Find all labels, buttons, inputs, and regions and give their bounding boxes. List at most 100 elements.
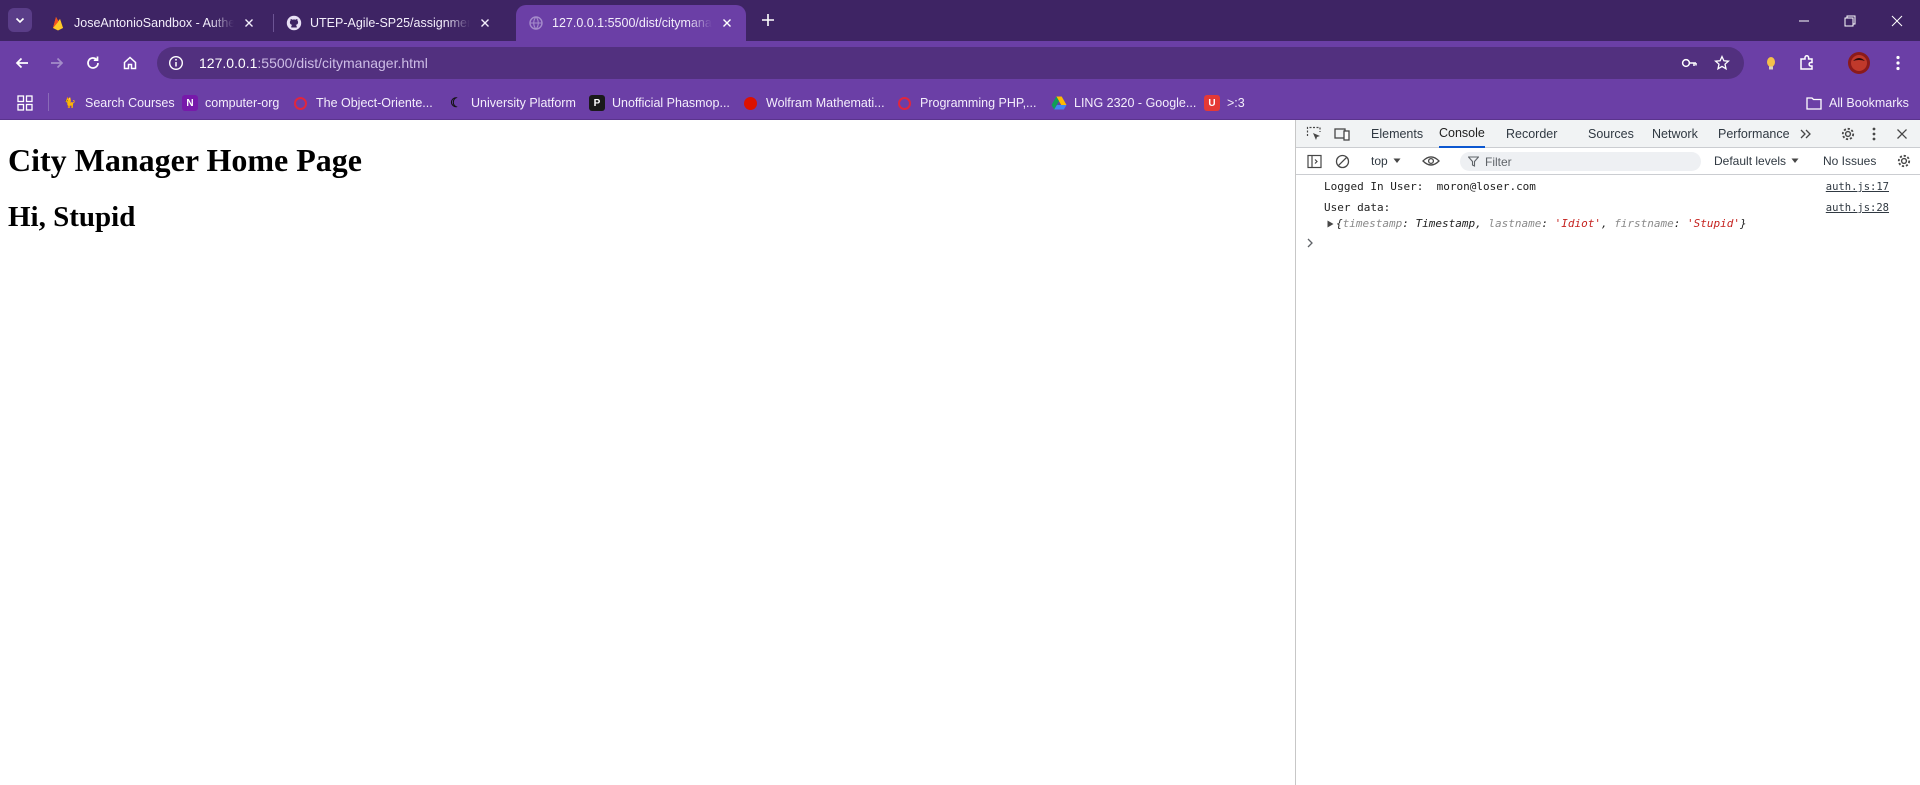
more-tabs-icon[interactable] <box>1796 124 1816 144</box>
tab-citymanager[interactable]: 127.0.0.1:5500/dist/citymanag <box>516 5 746 41</box>
source-link[interactable]: auth.js:28 <box>1826 200 1889 216</box>
close-icon[interactable] <box>718 14 736 32</box>
chevron-down-icon <box>15 17 25 24</box>
console-message: User data: auth.js:28 <box>1296 200 1920 216</box>
console-message: Logged In User: moron@loser.com auth.js:1… <box>1296 179 1920 195</box>
extensions-puzzle-icon[interactable] <box>1793 49 1821 77</box>
tab-label: JoseAntonioSandbox - Authenti <box>74 16 234 30</box>
context-label: top <box>1371 154 1388 168</box>
console-settings-gear-icon[interactable] <box>1894 151 1914 171</box>
console-output: Logged In User: moron@loser.com auth.js:1… <box>1296 175 1920 256</box>
tab-sources[interactable]: Sources <box>1588 120 1634 148</box>
menu-kebab-icon[interactable] <box>1884 49 1912 77</box>
dropdown-arrow-icon <box>1791 158 1799 163</box>
web-page: City Manager Home Page Hi, Stupid <box>0 120 1295 785</box>
site-info-icon[interactable] <box>166 53 186 73</box>
onenote-icon: N <box>182 95 198 111</box>
bookmark-ling-2320[interactable]: LING 2320 - Google... <box>1051 92 1196 114</box>
forward-button[interactable] <box>43 49 71 77</box>
close-icon[interactable] <box>240 14 258 32</box>
issues-counter[interactable]: No Issues <box>1823 151 1876 171</box>
tab-search-button[interactable] <box>8 8 32 32</box>
google-drive-icon <box>1051 95 1067 111</box>
apps-grid-icon[interactable] <box>17 92 33 114</box>
expand-triangle-icon[interactable] <box>1327 220 1334 228</box>
filter-icon <box>1468 156 1479 167</box>
console-prompt[interactable] <box>1296 234 1920 256</box>
close-window-button[interactable] <box>1874 0 1920 41</box>
address-bar[interactable]: 127.0.0.1:5500/dist/citymanager.html <box>157 47 1744 79</box>
home-icon <box>123 56 137 70</box>
bookmark-label: >:3 <box>1227 96 1245 110</box>
bookmark-computer-org[interactable]: N computer-org <box>182 92 279 114</box>
github-icon <box>286 15 302 31</box>
bookmark-label: All Bookmarks <box>1829 96 1909 110</box>
close-icon[interactable] <box>1892 124 1912 144</box>
bookmark-label: Search Courses <box>85 96 175 110</box>
minimize-button[interactable] <box>1781 0 1827 41</box>
moon-icon: ☾ <box>450 95 462 110</box>
device-toolbar-icon[interactable] <box>1332 124 1352 144</box>
arrow-right-icon <box>51 57 64 69</box>
clear-console-icon[interactable] <box>1332 151 1352 171</box>
tab-elements[interactable]: Elements <box>1371 120 1423 148</box>
tab-console[interactable]: Console <box>1439 120 1485 148</box>
bookmark-wolfram[interactable]: Wolfram Mathemati... <box>744 92 885 114</box>
source-link[interactable]: auth.js:17 <box>1826 179 1889 195</box>
tab-firebase[interactable]: JoseAntonioSandbox - Authenti <box>38 5 268 41</box>
tab-recorder[interactable]: Recorder <box>1506 120 1557 148</box>
bookmark-search-courses[interactable]: 🐈 Search Courses <box>62 92 175 114</box>
eye-icon[interactable] <box>1421 151 1441 171</box>
context-selector[interactable]: top <box>1371 151 1401 171</box>
log-levels-dropdown[interactable]: Default levels <box>1714 151 1799 171</box>
page-title: City Manager Home Page <box>8 142 362 178</box>
sidebar-toggle-icon[interactable] <box>1304 151 1324 171</box>
bookmark-phasmophobia[interactable]: P Unofficial Phasmop... <box>589 92 730 114</box>
extension-bulb-icon[interactable] <box>1757 49 1785 77</box>
password-key-icon[interactable] <box>1679 53 1699 73</box>
object-key: timestamp <box>1342 217 1403 230</box>
console-filter-input[interactable]: Filter <box>1460 152 1701 171</box>
settings-gear-icon[interactable] <box>1838 124 1858 144</box>
greeting-heading: Hi, Stupid <box>8 201 136 233</box>
tab-performance[interactable]: Performance <box>1718 120 1790 148</box>
phasmo-icon: P <box>589 95 605 111</box>
console-toolbar: top Filter Default levels No Issues <box>1296 148 1920 175</box>
back-button[interactable] <box>8 49 36 77</box>
bookmarks-divider <box>48 93 49 111</box>
devtools-tab-bar: Elements Console Recorder Sources Networ… <box>1296 120 1920 148</box>
cat-icon: 🐈 <box>63 97 77 109</box>
bookmark-label: Programming PHP,... <box>920 96 1037 110</box>
restore-button[interactable] <box>1827 0 1873 41</box>
url-path: :5500/dist/citymanager.html <box>257 55 428 71</box>
object-value: 'Stupid' <box>1687 217 1741 230</box>
bookmark-smirk[interactable]: U >:3 <box>1204 92 1245 114</box>
folder-icon <box>1806 95 1822 111</box>
opera-icon <box>294 96 307 110</box>
profile-avatar[interactable] <box>1845 49 1873 77</box>
u-badge-icon: U <box>1204 95 1220 111</box>
bookmark-star-icon[interactable] <box>1712 53 1732 73</box>
object-key: firstname <box>1614 217 1674 230</box>
bookmark-label: Wolfram Mathemati... <box>766 96 885 110</box>
devtools-menu-icon[interactable] <box>1864 124 1884 144</box>
console-object-preview[interactable]: {timestamp: Timestamp, lastname: 'Idiot'… <box>1296 216 1920 231</box>
reload-button[interactable] <box>79 49 107 77</box>
wolfram-icon <box>744 96 757 110</box>
reload-icon <box>87 56 99 69</box>
bookmark-university-platform[interactable]: ☾ University Platform <box>448 92 576 114</box>
close-icon[interactable] <box>476 14 494 32</box>
bookmark-programming-php[interactable]: Programming PHP,... <box>898 92 1036 114</box>
inspect-element-icon[interactable] <box>1304 124 1324 144</box>
new-tab-button[interactable] <box>757 9 779 31</box>
home-button[interactable] <box>116 49 144 77</box>
url-host: 127.0.0.1 <box>199 55 258 71</box>
tab-network[interactable]: Network <box>1652 120 1698 148</box>
tab-github[interactable]: UTEP-Agile-SP25/assignment-2 <box>274 5 504 41</box>
log-label: Logged In User: <box>1324 180 1424 193</box>
log-value: moron@loser.com <box>1436 180 1536 193</box>
bookmark-object-oriented[interactable]: The Object-Oriente... <box>294 92 433 114</box>
bookmark-label: LING 2320 - Google... <box>1074 96 1197 110</box>
restore-icon <box>1844 15 1856 26</box>
all-bookmarks-button[interactable]: All Bookmarks <box>1806 92 1909 114</box>
